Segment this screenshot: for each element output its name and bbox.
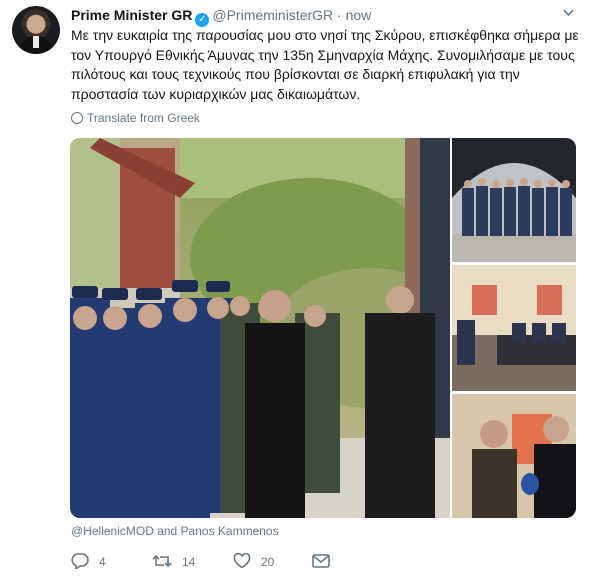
reply-button[interactable]: 4 [71, 551, 106, 573]
author-handle[interactable]: @PrimeministerGR [212, 7, 333, 23]
translate-link[interactable]: Translate from Greek [71, 111, 200, 125]
separator-dot: · [337, 7, 342, 23]
plaque-exchange-photo[interactable] [452, 394, 576, 518]
globe-icon [71, 112, 83, 124]
media-grid [70, 138, 576, 518]
author-name[interactable]: Prime Minister GR [71, 7, 192, 23]
translate-label[interactable]: Translate from Greek [87, 111, 200, 125]
timestamp[interactable]: now [346, 7, 372, 23]
chevron-down-icon[interactable] [563, 8, 574, 18]
like-button[interactable]: 20 [233, 551, 274, 573]
meeting-room-photo[interactable] [452, 265, 576, 391]
avatar-shirt [33, 36, 39, 48]
envelope-icon [312, 553, 330, 571]
retweet-icon [152, 553, 172, 572]
action-bar: 4 14 20 [71, 551, 371, 573]
retweet-count: 14 [182, 555, 196, 569]
main-photo[interactable] [70, 138, 450, 518]
hangar-group-photo[interactable] [452, 138, 576, 262]
heart-icon [233, 552, 251, 572]
tweet-header: Prime Minister GR ✓ @PrimeministerGR · now [71, 5, 372, 27]
reply-icon [71, 552, 89, 572]
tweet-text: Με την ευκαιρία της παρουσίας μου στο νη… [71, 27, 579, 102]
retweet-button[interactable]: 14 [152, 551, 195, 573]
avatar[interactable] [12, 6, 60, 54]
direct-message-button[interactable] [312, 551, 330, 573]
mentioned-accounts[interactable]: @HellenicMOD and Panos Kammenos [71, 524, 279, 538]
like-count: 20 [261, 555, 275, 569]
verified-badge-icon: ✓ [195, 13, 210, 27]
reply-count: 4 [99, 555, 106, 569]
